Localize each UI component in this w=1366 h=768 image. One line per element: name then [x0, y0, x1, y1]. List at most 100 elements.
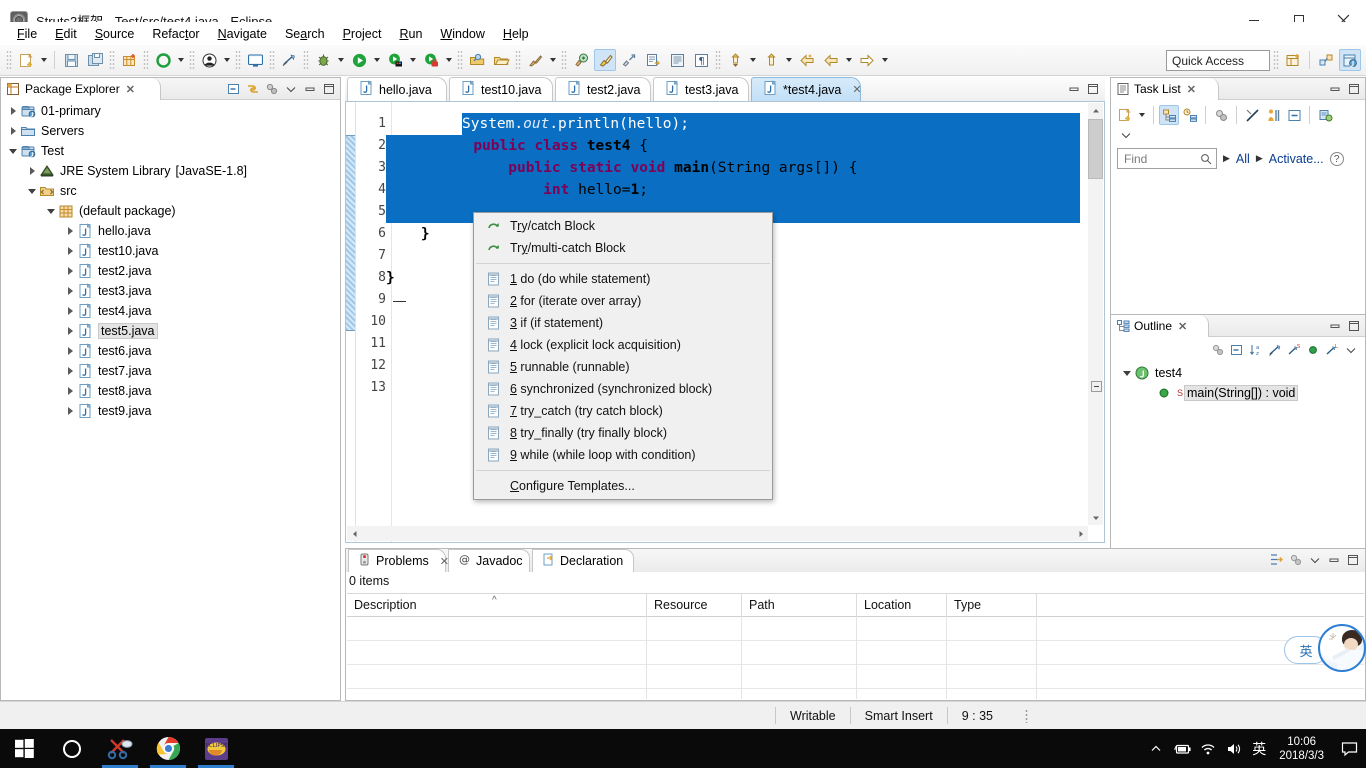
- toolbar-grip[interactable]: [6, 50, 12, 70]
- scroll-right-arrow[interactable]: [1073, 526, 1088, 541]
- chevron-right-icon[interactable]: [63, 221, 77, 241]
- sort-icon[interactable]: az: [1247, 341, 1264, 358]
- chevron-down-icon[interactable]: [1117, 126, 1135, 144]
- overview-ruler-toggle[interactable]: [1091, 381, 1102, 392]
- save-all-button[interactable]: [84, 49, 106, 71]
- maximize-icon[interactable]: [1345, 317, 1362, 334]
- focus-on-workweek-icon[interactable]: [1211, 105, 1231, 125]
- column-header-path[interactable]: Path: [742, 594, 857, 617]
- save-button[interactable]: [60, 49, 82, 71]
- next-annotation-button[interactable]: [724, 49, 746, 71]
- tab-task-list[interactable]: Task List ✕: [1111, 78, 1219, 100]
- run-as-button[interactable]: [384, 49, 406, 71]
- chevron-down-icon[interactable]: [25, 181, 39, 201]
- menu-help[interactable]: Help: [494, 24, 538, 44]
- debug-dropdown[interactable]: [335, 49, 347, 71]
- chevron-right-icon[interactable]: [63, 341, 77, 361]
- snipping-tool-icon[interactable]: [96, 729, 144, 768]
- tree-item-jre-system-library[interactable]: JRE System Library [JavaSE-1.8]: [2, 161, 339, 181]
- menu-item-try-catch-block[interactable]: Try/catch Block: [474, 215, 772, 237]
- eclipse-icon[interactable]: ECLIPSE: [192, 729, 240, 768]
- menu-item-4-lock-explicit-lock-acquisition[interactable]: 4 lock (explicit lock acquisition): [474, 334, 772, 356]
- mark-occurrences-button[interactable]: [594, 49, 616, 71]
- chevron-down-icon[interactable]: [1306, 551, 1323, 568]
- editor-tab-hello-java[interactable]: hello.java: [347, 77, 447, 101]
- close-icon[interactable]: ✕: [126, 83, 135, 96]
- minimize-icon[interactable]: [1325, 551, 1342, 568]
- next-edit-button[interactable]: [642, 49, 664, 71]
- toggle-breakpoint-button[interactable]: [278, 49, 300, 71]
- forward-button[interactable]: [820, 49, 842, 71]
- taskbar-clock[interactable]: 10:06 2018/3/3: [1271, 735, 1332, 763]
- vertical-scroll-thumb[interactable]: [1088, 119, 1103, 179]
- ime-tray-label[interactable]: 英: [1247, 729, 1271, 768]
- column-header-type[interactable]: Type: [947, 594, 1037, 617]
- menu-item-1-do-do-while-statement[interactable]: 1 do (do while statement): [474, 268, 772, 290]
- chevron-right-icon[interactable]: [63, 381, 77, 401]
- tree-item-servers[interactable]: Servers: [2, 121, 339, 141]
- new-task-dropdown[interactable]: [1136, 104, 1148, 126]
- chevron-down-icon[interactable]: [1120, 363, 1134, 383]
- volume-icon[interactable]: [1221, 729, 1247, 768]
- open-task-button[interactable]: [490, 49, 512, 71]
- tree-item--default-package-[interactable]: (default package): [2, 201, 339, 221]
- new-button[interactable]: [15, 49, 37, 71]
- hide-static-icon[interactable]: S: [1285, 341, 1302, 358]
- previous-annotation-button[interactable]: [760, 49, 782, 71]
- new-task-icon[interactable]: [1115, 105, 1135, 125]
- java-ee-perspective-button[interactable]: [1315, 49, 1337, 71]
- link-button[interactable]: [618, 49, 640, 71]
- chevron-right-icon[interactable]: [6, 121, 20, 141]
- coverage-button[interactable]: [420, 49, 442, 71]
- build-dropdown[interactable]: [175, 49, 187, 71]
- forward-dropdown[interactable]: [843, 49, 855, 71]
- collapse-all-icon[interactable]: [1228, 341, 1245, 358]
- toolbar-grip[interactable]: [189, 50, 195, 70]
- scroll-up-arrow[interactable]: [1088, 103, 1103, 118]
- outline-item[interactable]: test4: [1112, 363, 1364, 383]
- new-java-package-button[interactable]: [118, 49, 140, 71]
- show-whitespace-button[interactable]: [666, 49, 688, 71]
- tree-item-test7-java[interactable]: test7.java: [2, 361, 339, 381]
- filter-all-link[interactable]: All: [1236, 152, 1250, 166]
- column-header-resource[interactable]: Resource: [647, 594, 742, 617]
- java-perspective-button[interactable]: [1339, 49, 1361, 71]
- search-dropdown[interactable]: [547, 49, 559, 71]
- open-console-button[interactable]: [244, 49, 266, 71]
- menu-source[interactable]: Source: [86, 24, 144, 44]
- new-dropdown[interactable]: [38, 49, 50, 71]
- editor-vertical-scrollbar[interactable]: [1088, 103, 1103, 525]
- history-dropdown[interactable]: [879, 49, 891, 71]
- build-button[interactable]: [152, 49, 174, 71]
- minimize-icon[interactable]: [301, 80, 318, 97]
- tree-item-test9-java[interactable]: test9.java: [2, 401, 339, 421]
- task-repositories-icon[interactable]: [1315, 105, 1335, 125]
- template-proposal-menu[interactable]: Try/catch Block Try/multi-catch Block 1 do…: [473, 212, 773, 500]
- menu-navigate[interactable]: Navigate: [209, 24, 276, 44]
- open-type-button[interactable]: [466, 49, 488, 71]
- maximize-icon[interactable]: [1084, 80, 1101, 97]
- status-resize-grip[interactable]: [1024, 708, 1028, 723]
- tree-item-test10-java[interactable]: test10.java: [2, 241, 339, 261]
- find-input[interactable]: Find: [1117, 148, 1217, 169]
- maximize-icon[interactable]: [320, 80, 337, 97]
- tab-outline[interactable]: Outline ✕: [1111, 315, 1209, 337]
- run-dropdown[interactable]: [371, 49, 383, 71]
- back-button[interactable]: [796, 49, 818, 71]
- collapse-all-icon[interactable]: [225, 80, 242, 97]
- previous-annotation-dropdown[interactable]: [783, 49, 795, 71]
- last-edit-location-button[interactable]: [570, 49, 592, 71]
- close-icon[interactable]: ✕: [1187, 83, 1196, 96]
- tree-item-hello-java[interactable]: hello.java: [2, 221, 339, 241]
- tab-problems[interactable]: Problems ✕: [348, 549, 449, 572]
- tree-item-src[interactable]: src: [2, 181, 339, 201]
- collapse-all-icon[interactable]: [1284, 105, 1304, 125]
- tree-item-test3-java[interactable]: test3.java: [2, 281, 339, 301]
- column-header-description[interactable]: Description: [347, 594, 647, 617]
- menu-item-5-runnable-runnable[interactable]: 5 runnable (runnable): [474, 356, 772, 378]
- chevron-right-icon[interactable]: [6, 101, 20, 121]
- tree-item-test5-java[interactable]: test5.java: [2, 321, 339, 341]
- toolbar-grip[interactable]: [715, 50, 721, 70]
- scheduled-presentation-icon[interactable]: [1180, 105, 1200, 125]
- scroll-down-arrow[interactable]: [1088, 510, 1103, 525]
